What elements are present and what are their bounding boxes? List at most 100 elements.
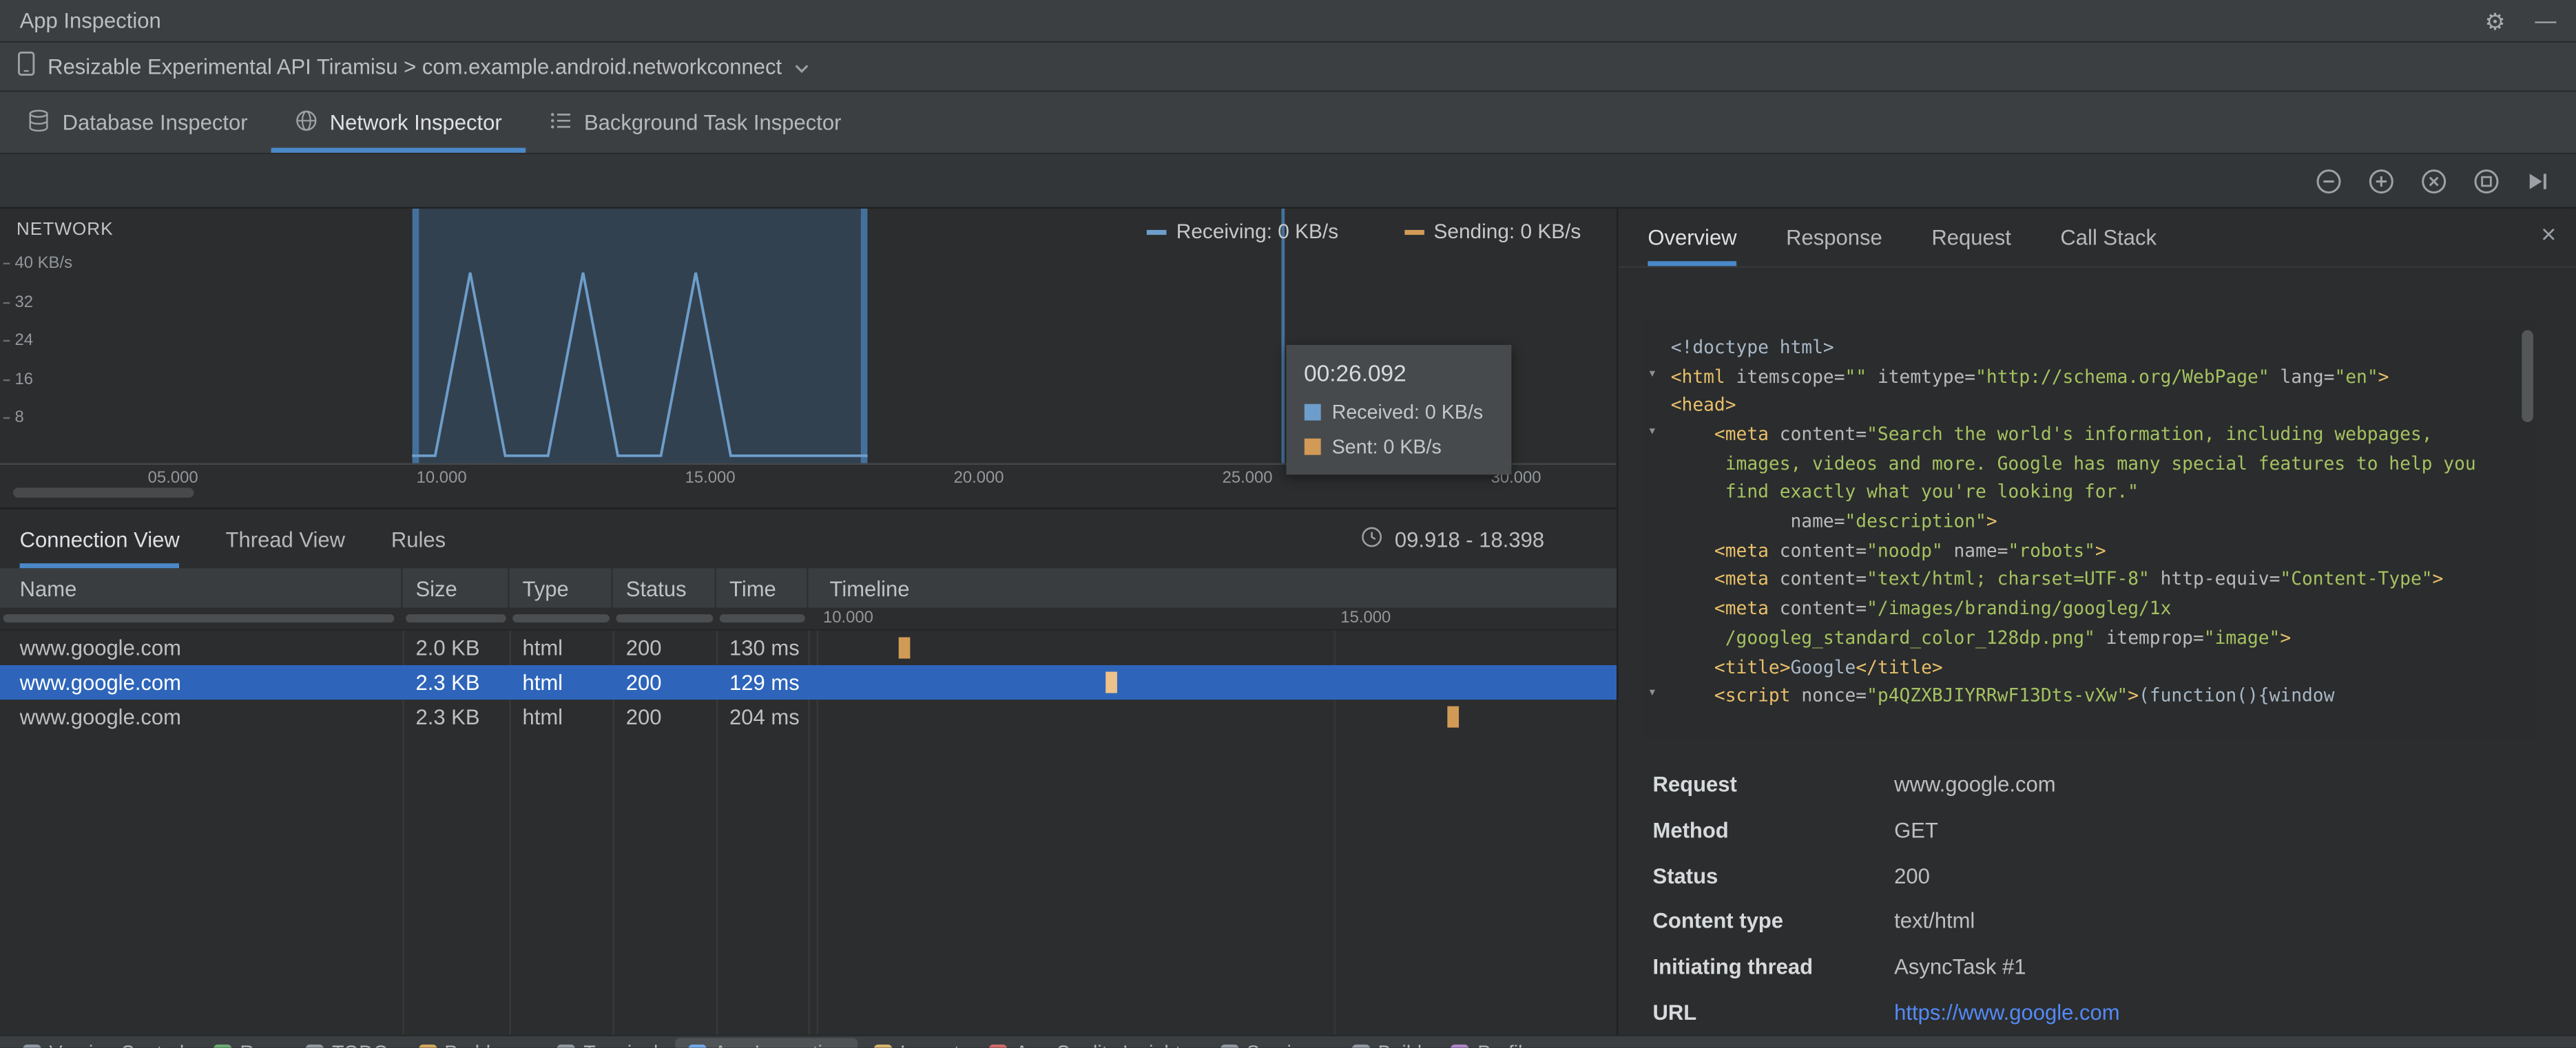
tooltip-received-row: Received: 0 KB/s [1304,401,1493,423]
tool-window-label: Run [240,1041,276,1048]
timeline-range-scrollbar[interactable] [13,488,194,498]
tooltip-time: 00:26.092 [1304,359,1406,386]
tab-database-inspector[interactable]: Database Inspector [3,92,271,153]
connection-row-selected[interactable]: www.google.com 2.3 KB html 200 129 ms [0,665,1617,700]
zoom-to-selection-icon[interactable] [2473,167,2501,195]
tool-window-button-todo[interactable]: TODO [293,1038,402,1048]
device-process-label: Resizable Experimental API Tiramisu > co… [48,54,782,79]
legend-label: Receiving: 0 KB/s [1176,220,1339,244]
connection-status: 200 [625,636,662,660]
tab-call-stack[interactable]: Call Stack [2060,209,2157,266]
tab-background-task-inspector[interactable]: Background Task Inspector [525,92,864,153]
tool-window-button-problems[interactable]: Problems [405,1038,541,1048]
tool-window-button-terminal[interactable]: Terminal [544,1038,672,1048]
tooltip-sent-row: Sent: 0 KB/s [1304,435,1493,458]
settings-gear-icon[interactable]: ⚙ [2484,9,2505,32]
received-swatch-icon [1304,404,1320,421]
detail-field-label: URL [1652,999,1697,1025]
connection-name: www.google.com [19,704,182,730]
tool-window-label: Logcat [900,1041,959,1048]
detail-field-row: Request www.google.com [1653,762,2576,807]
zoom-out-icon[interactable] [2315,167,2343,195]
close-details-icon[interactable]: × [2541,223,2556,251]
tool-window-button-run[interactable]: Run [200,1038,289,1048]
legend-label: Sending: 0 KB/s [1433,220,1581,244]
tool-window-icon [23,1043,41,1048]
y-axis-tick-label: 40 KB/s [3,255,72,273]
profiler-zoom-toolbar [0,154,2576,209]
timeline-tick-label: 10.000 [822,609,873,628]
tool-window-button-logcat[interactable]: Logcat [861,1038,973,1048]
code-fold-icon[interactable]: ▾ [1648,366,1656,382]
tool-window-label: App Inspection [714,1041,844,1048]
column-scrollbar[interactable] [616,614,714,622]
tab-label: Background Task Inspector [583,109,842,135]
column-header-status[interactable]: Status [613,568,716,608]
sent-swatch-icon [1304,438,1320,455]
code-fold-icon[interactable]: ▾ [1648,686,1656,702]
window-title: App Inspection [19,8,161,33]
code-line: <title>Google</title> [1670,656,1943,678]
connection-row[interactable]: www.google.com 2.3 KB html 200 204 ms [0,700,1617,734]
detail-field-row: URL https://www.google.com [1653,989,2576,1035]
code-line: <!doctype html> [1670,336,1834,358]
network-usage-chart[interactable]: NETWORK 40 KB/s 32 24 16 8 05.000 10.000… [0,208,1617,510]
code-fold-icon[interactable]: ▾ [1648,424,1656,441]
connection-timeline-cell [809,700,1617,734]
response-code-preview[interactable]: ▾ ▾ ▾ <!doctype html> <html itemscope="" it… [1643,320,2535,740]
column-scrollbar[interactable] [719,614,805,622]
tab-label: Database Inspector [62,109,248,135]
code-scrollbar-thumb[interactable] [2522,330,2533,422]
tool-window-button-services[interactable]: Services [1207,1038,1335,1048]
tool-window-button-build[interactable]: Build [1338,1038,1435,1048]
detail-field-value: 200 [1894,863,1930,888]
column-scrollbar[interactable] [512,614,610,622]
selected-time-range: 09.918 - 18.398 [1360,509,1597,568]
column-header-name[interactable]: Name [0,568,403,608]
tool-window-button-app-quality-insights[interactable]: App Quality Insights [976,1038,1204,1048]
tool-window-icon [1351,1043,1370,1048]
tab-thread-view[interactable]: Thread View [226,509,346,568]
tool-window-icon [873,1043,893,1048]
tool-window-button-app-inspection[interactable]: App Inspection [674,1038,858,1048]
reset-zoom-icon[interactable] [2420,167,2448,195]
legend-receiving: Receiving: 0 KB/s [1146,220,1339,244]
hide-tool-window-icon[interactable]: — [2535,9,2556,30]
code-scrollbar[interactable] [2520,324,2533,735]
tool-window-button-version-control[interactable]: Version Control [10,1038,197,1048]
zoom-in-icon[interactable] [2367,167,2396,195]
column-header-size[interactable]: Size [402,568,510,608]
tab-network-inspector[interactable]: Network Inspector [270,92,526,153]
column-scrollbar[interactable] [3,614,395,622]
detail-field-row: Method GET [1653,807,2576,852]
timeline-marker-icon [899,637,911,659]
go-live-icon[interactable] [2525,168,2550,193]
tool-window-label: Terminal [583,1041,658,1048]
detail-url-link[interactable]: https://www.google.com [1894,1000,2576,1025]
connection-time: 204 ms [729,704,800,730]
connection-row[interactable]: www.google.com 2.0 KB html 200 130 ms [0,631,1617,665]
column-header-time[interactable]: Time [716,568,809,608]
network-profiler-pane: NETWORK 40 KB/s 32 24 16 8 05.000 10.000… [0,208,1619,1035]
detail-fields: Request www.google.com Method GET Status 200 C… [1653,762,2576,1034]
tool-window-icon [305,1043,324,1048]
tool-window-button-profiler[interactable]: Profiler [1438,1038,1553,1048]
tab-request[interactable]: Request [1931,209,2011,266]
connection-status: 200 [625,670,662,695]
connection-timeline-cell [809,631,1617,665]
x-axis-tick-label: 15.000 [685,470,736,488]
device-process-selector[interactable]: Resizable Experimental API Tiramisu > co… [17,51,810,82]
tab-overview[interactable]: Overview [1648,209,1737,266]
connection-size: 2.0 KB [415,636,480,660]
connections-section: Connection View Thread View Rules 09.918… [0,509,1617,1035]
code-line: <html itemscope="" itemtype="http://sche… [1670,366,2389,388]
column-scrollbar[interactable] [406,614,506,622]
tab-response[interactable]: Response [1786,209,1882,266]
connection-size: 2.3 KB [415,704,480,730]
tool-window-icon [557,1043,576,1048]
tab-rules[interactable]: Rules [391,509,446,568]
code-line: find exactly what you're looking for." [1670,481,2139,503]
column-header-type[interactable]: Type [509,568,613,608]
column-header-timeline[interactable]: Timeline [809,568,1617,607]
tab-connection-view[interactable]: Connection View [19,509,180,569]
